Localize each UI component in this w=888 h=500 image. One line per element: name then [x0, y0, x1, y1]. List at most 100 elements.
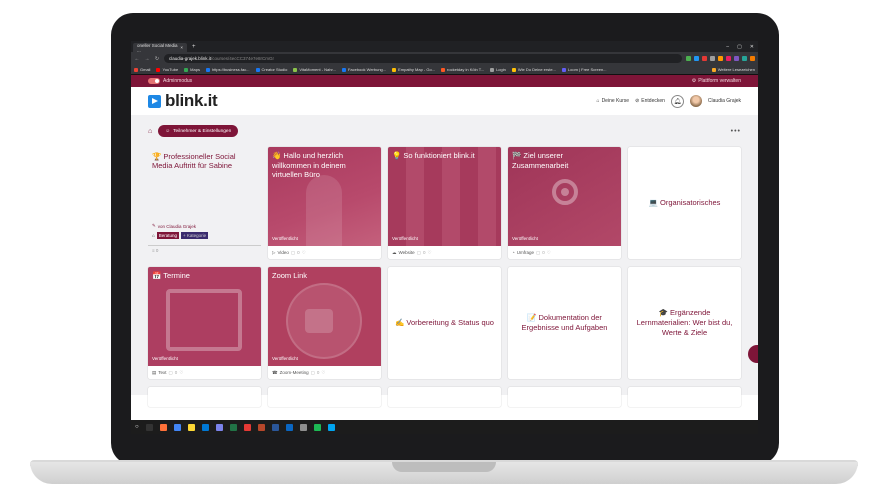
app-icon[interactable] — [299, 423, 307, 431]
task-view-icon[interactable] — [145, 423, 153, 431]
bookmark-item[interactable]: rocketday in Köln T... — [441, 67, 484, 72]
lesson-thumbnail: 🏁 Ziel unserer Zusammenarbeit Veröffentl… — [508, 147, 621, 246]
spotify-icon[interactable] — [313, 423, 321, 431]
bookmark-item[interactable]: VitaMoment - Nahr... — [293, 67, 336, 72]
avatar[interactable] — [689, 95, 702, 107]
section-card[interactable]: ✍️ Vorbereitung & Status quo — [388, 267, 501, 379]
chat-fab-button[interactable] — [748, 345, 758, 363]
word-icon[interactable] — [271, 423, 279, 431]
bookmark-item[interactable]: Empathy Map - Go... — [392, 67, 435, 72]
user-name[interactable]: Claudia Grajek — [708, 98, 741, 104]
notifications-bell-icon[interactable]: 🔔︎ — [670, 94, 684, 108]
gear-icon: ⚙ — [691, 78, 697, 84]
extension-icon[interactable] — [702, 56, 707, 61]
nav-my-courses[interactable]: ⌂ Deine Kurse — [597, 98, 630, 104]
app-icon[interactable] — [285, 423, 293, 431]
acrobat-icon[interactable] — [243, 423, 251, 431]
compass-icon: ⊘ — [635, 98, 640, 104]
participants-settings-button[interactable]: ☺ Teilnehmer & Einstellungen — [158, 125, 239, 137]
lesson-card[interactable] — [268, 387, 381, 407]
lesson-footer: ☁ Website ▢ 0 ♡ — [392, 249, 432, 256]
section-card[interactable]: 📝 Dokumentation der Ergebnisse und Aufga… — [508, 267, 621, 379]
extension-icon[interactable] — [742, 56, 747, 61]
bookmark-folder[interactable]: Weitere Lesezeichen — [711, 67, 755, 72]
comment-icon: ▢ — [310, 369, 315, 375]
bookmark-item[interactable]: Wie Du Deine erste... — [511, 67, 556, 72]
extension-icon[interactable] — [750, 56, 755, 61]
more-options-icon[interactable]: ••• — [731, 128, 741, 135]
tag-icon: ⌂ — [152, 233, 155, 238]
chrome-icon[interactable] — [173, 423, 181, 431]
course-count: ≡ 0 — [152, 248, 159, 253]
like-icon[interactable]: ♡ — [321, 370, 325, 376]
search-icon[interactable]: ○ — [135, 424, 139, 430]
extension-icon[interactable] — [718, 56, 723, 61]
address-bar: ← → ↻ claudia-grajek.blink.it/courses/4e… — [131, 52, 758, 65]
course-toolbar: ⌂ ☺ Teilnehmer & Einstellungen ••• — [148, 124, 741, 138]
section-card[interactable]: 🎓 Ergänzende Lernmaterialien: Wer bist d… — [628, 267, 741, 379]
lesson-card[interactable]: 🏁 Ziel unserer Zusammenarbeit Veröffentl… — [508, 147, 621, 259]
lesson-footer: ◔ Umfrage ▢ 0 ♡ — [512, 249, 551, 256]
add-category-button[interactable]: + Kategorie — [180, 232, 209, 239]
document-icon: ▤ — [152, 369, 157, 375]
bookmark-item[interactable]: Gmail — [134, 67, 150, 72]
blinkit-logo-icon — [148, 94, 161, 108]
outlook-icon[interactable] — [201, 423, 209, 431]
app-icon[interactable] — [327, 423, 335, 431]
like-icon[interactable]: ♡ — [179, 370, 183, 376]
pen-icon: ✎ — [152, 223, 156, 228]
firefox-icon[interactable] — [159, 423, 167, 431]
home-outline-icon: ⌂ — [596, 98, 600, 104]
lesson-card[interactable] — [148, 387, 261, 407]
new-tab-icon[interactable]: + — [192, 44, 196, 50]
lesson-footer: ▤ Text ▢ 0 ♡ — [152, 369, 184, 376]
lesson-card[interactable] — [508, 387, 621, 407]
url-input[interactable]: claudia-grajek.blink.it/courses/4ecCC374… — [164, 54, 682, 63]
close-window-icon[interactable]: ✕ — [750, 44, 754, 50]
lesson-card[interactable] — [628, 387, 741, 407]
person-silhouette — [306, 175, 342, 246]
url-host: claudia-grajek.blink.it — [169, 56, 212, 61]
close-icon[interactable]: × — [180, 45, 183, 50]
lesson-card[interactable]: 📅 Termine Veröffentlicht ▤ Text ▢ 0 ♡ — [148, 267, 261, 379]
excel-icon[interactable] — [229, 423, 237, 431]
lesson-card[interactable] — [388, 387, 501, 407]
bookmark-item[interactable]: Maps — [184, 67, 200, 72]
back-icon[interactable]: ← — [134, 56, 140, 62]
extension-icon[interactable] — [734, 56, 739, 61]
bookmark-item[interactable]: Loom | Free Screen... — [561, 67, 607, 72]
bookmark-item[interactable]: Creator Studio — [255, 67, 287, 72]
like-icon[interactable]: ♡ — [427, 250, 431, 256]
bookmark-item[interactable]: https://business.fac... — [205, 67, 250, 72]
like-icon[interactable]: ♡ — [302, 250, 306, 256]
status-badge: Veröffentlicht — [272, 356, 298, 361]
explorer-icon[interactable] — [187, 423, 195, 431]
teams-icon[interactable] — [215, 423, 223, 431]
reload-icon[interactable]: ↻ — [154, 56, 160, 62]
section-card[interactable]: 💻 Organisatorisches — [628, 147, 741, 259]
nav-discover[interactable]: ⊘ Entdecken — [635, 98, 665, 104]
home-icon[interactable]: ⌂ — [148, 128, 152, 135]
extension-icon[interactable] — [726, 56, 731, 61]
like-icon[interactable]: ♡ — [547, 250, 551, 256]
admin-mode-toggle[interactable] — [148, 78, 160, 84]
manage-platform-link[interactable]: ⚙ Plattform verwalten — [692, 78, 741, 84]
minimize-icon[interactable]: – — [726, 44, 729, 50]
bookmark-item[interactable]: Facebook Werbung... — [341, 67, 386, 72]
extension-icon[interactable] — [710, 56, 715, 61]
lesson-card[interactable]: 👋 Hallo und herzlich willkommen in deine… — [268, 147, 381, 259]
lesson-card[interactable]: Zoom Link Veröffentlicht ☎ Zoom-Meeting ▢… — [268, 267, 381, 379]
browser-tab-bar: oneller Social Media ... × + – ▢ ✕ — [131, 41, 758, 53]
extension-icon[interactable] — [686, 56, 691, 61]
bookmark-item[interactable]: Login — [490, 67, 506, 72]
maximize-icon[interactable]: ▢ — [737, 44, 742, 50]
comment-icon: ▢ — [416, 249, 421, 255]
lesson-card[interactable]: 💡 So funktioniert blink.it Veröffentlich… — [388, 147, 501, 259]
browser-tab[interactable]: oneller Social Media ... × — [133, 43, 187, 53]
powerpoint-icon[interactable] — [257, 423, 265, 431]
forward-icon[interactable]: → — [144, 56, 150, 62]
extension-icon[interactable] — [694, 56, 699, 61]
logo[interactable]: blink.it — [148, 91, 218, 111]
tag-beratung[interactable]: Beratung — [156, 232, 179, 239]
bookmark-item[interactable]: YouTube — [156, 67, 178, 72]
